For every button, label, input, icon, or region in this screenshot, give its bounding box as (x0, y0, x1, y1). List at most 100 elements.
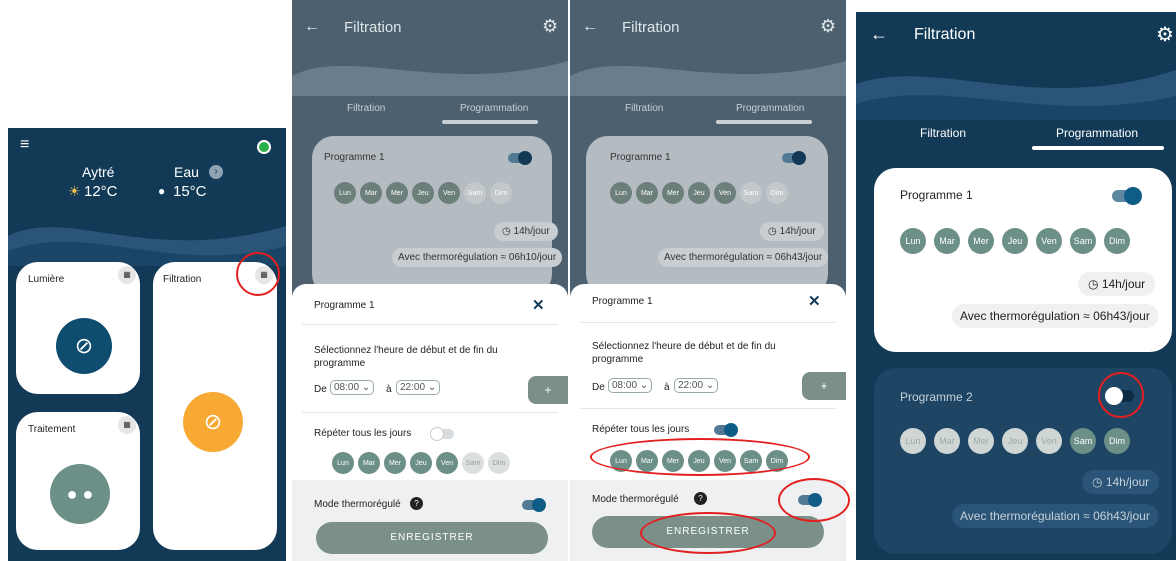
add-button[interactable]: + (528, 376, 568, 404)
day-button[interactable]: Dim (488, 452, 510, 474)
sheet-title: Programme 1 (592, 296, 653, 307)
program-title: Programme 2 (900, 390, 973, 404)
start-time-value: 08:00 (612, 380, 638, 391)
back-arrow-icon[interactable]: ← (870, 24, 888, 45)
day-button[interactable]: Jeu (1002, 428, 1028, 454)
program-toggle[interactable] (782, 151, 806, 165)
menu-icon[interactable]: ≡ (20, 136, 29, 154)
highlight-oval (778, 478, 850, 522)
program-card[interactable]: Programme 1 Lun Mar Mer Jeu Ven Sam Dim ◷ 14h/… (312, 136, 563, 296)
gear-icon[interactable]: ⚙ (542, 16, 558, 37)
days-row: Lun Mar Mer Jeu Ven Sam Dim (610, 182, 788, 204)
day-button[interactable]: Ven (1036, 228, 1062, 254)
day-button[interactable]: Jeu (688, 182, 710, 204)
end-time-select[interactable]: 22:00 ⌄ (674, 378, 719, 393)
start-time-select[interactable]: 08:00 ⌄ (608, 378, 653, 393)
day-button[interactable]: Mar (934, 428, 960, 454)
program-toggle[interactable] (508, 151, 532, 165)
lumiere-card[interactable]: Lumière ▦ ⊘ (16, 262, 140, 394)
add-button[interactable]: + (802, 372, 846, 400)
end-time-select[interactable]: 22:00 ⌄ (396, 380, 441, 395)
tab-filtration[interactable]: Filtration (347, 103, 385, 114)
day-button[interactable]: Lun (900, 228, 926, 254)
traitement-card[interactable]: Traitement ▦ ● ● (16, 412, 140, 550)
mode-toggle[interactable] (522, 498, 546, 512)
close-icon[interactable]: ✕ (532, 296, 545, 314)
day-button[interactable]: Ven (436, 452, 458, 474)
program-card[interactable]: Programme 1 Lun Mar Mer Jeu Ven Sam Dim ◷ 14h/… (586, 136, 829, 296)
repeat-toggle[interactable] (714, 423, 738, 437)
day-button[interactable]: Mar (360, 182, 382, 204)
day-button[interactable]: Jeu (410, 452, 432, 474)
day-button[interactable]: Mer (968, 228, 994, 254)
clock-icon: ◷ (502, 226, 514, 237)
repeat-toggle[interactable] (430, 427, 454, 441)
day-button[interactable]: Dim (1104, 228, 1130, 254)
back-arrow-icon[interactable]: ← (304, 18, 320, 36)
day-button[interactable]: Dim (490, 182, 512, 204)
tab-programmation[interactable]: Programmation (1056, 126, 1138, 140)
tab-underline (442, 120, 538, 124)
help-icon[interactable]: ? (694, 492, 707, 505)
day-button[interactable]: Mar (934, 228, 960, 254)
highlight-oval (640, 512, 776, 554)
close-icon[interactable]: ✕ (808, 292, 821, 310)
day-button[interactable]: Ven (714, 182, 736, 204)
day-button[interactable]: Sam (1070, 428, 1096, 454)
day-button[interactable]: Lun (332, 452, 354, 474)
highlight-circle (1098, 372, 1144, 418)
day-button[interactable]: Jeu (1002, 228, 1028, 254)
light-off-button[interactable]: ⊘ (56, 318, 112, 374)
day-button[interactable]: Dim (766, 182, 788, 204)
gear-icon[interactable]: ⚙ (820, 16, 836, 37)
sheet-title: Programme 1 (314, 300, 375, 311)
day-button[interactable]: Mar (636, 182, 658, 204)
filtration-off-button[interactable]: ⊘ (183, 392, 243, 452)
day-button[interactable]: Mar (358, 452, 380, 474)
day-button[interactable]: Ven (438, 182, 460, 204)
treatment-button[interactable]: ● ● (50, 464, 110, 524)
day-button[interactable]: Ven (1036, 428, 1062, 454)
program-1-toggle[interactable] (1112, 187, 1142, 205)
day-button[interactable]: Dim (1104, 428, 1130, 454)
day-button[interactable]: Jeu (412, 182, 434, 204)
day-button[interactable]: Mer (968, 428, 994, 454)
clock-icon: ◷ (1092, 475, 1106, 489)
program-title: Programme 1 (324, 152, 385, 163)
day-button[interactable]: Lun (900, 428, 926, 454)
start-time-select[interactable]: 08:00 ⌄ (330, 380, 375, 395)
chevron-down-icon: ⌄ (705, 380, 715, 391)
day-button[interactable]: Sam (462, 452, 484, 474)
help-icon[interactable]: ? (410, 497, 423, 510)
tab-filtration[interactable]: Filtration (625, 103, 663, 114)
duration-value: 14h/jour (1101, 277, 1146, 291)
save-button[interactable]: ENREGISTRER (316, 522, 548, 554)
day-button[interactable]: Mer (384, 452, 406, 474)
highlight-circle (236, 252, 280, 296)
day-button[interactable]: Sam (1070, 228, 1096, 254)
header-wave (292, 61, 568, 96)
sun-icon: ☀ (68, 183, 81, 199)
calendar-icon[interactable]: ▦ (118, 266, 136, 284)
day-button[interactable]: Mer (386, 182, 408, 204)
day-button[interactable]: Sam (740, 182, 762, 204)
gear-icon[interactable]: ⚙ (1156, 22, 1174, 47)
water-drop-icon: ● (158, 184, 166, 198)
tab-programmation[interactable]: Programmation (460, 103, 528, 114)
program-card-1[interactable]: Programme 1 Lun Mar Mer Jeu Ven Sam Dim ◷ 14h/… (874, 168, 1172, 352)
header-title: Filtration (914, 26, 976, 43)
card-title: Traitement (28, 424, 76, 435)
back-arrow-icon[interactable]: ← (582, 18, 598, 36)
day-button[interactable]: Sam (464, 182, 486, 204)
duration-value: 14h/jour (779, 226, 816, 237)
chevron-right-icon[interactable]: › (209, 165, 223, 179)
tab-filtration[interactable]: Filtration (920, 126, 966, 140)
divider (302, 324, 558, 325)
location-label: Aytré (82, 164, 115, 180)
calendar-icon[interactable]: ▦ (118, 416, 136, 434)
tab-programmation[interactable]: Programmation (736, 103, 804, 114)
day-button[interactable]: Lun (610, 182, 632, 204)
filtration-card[interactable]: Filtration ▦ ⊘ (153, 262, 277, 550)
day-button[interactable]: Lun (334, 182, 356, 204)
day-button[interactable]: Mer (662, 182, 684, 204)
